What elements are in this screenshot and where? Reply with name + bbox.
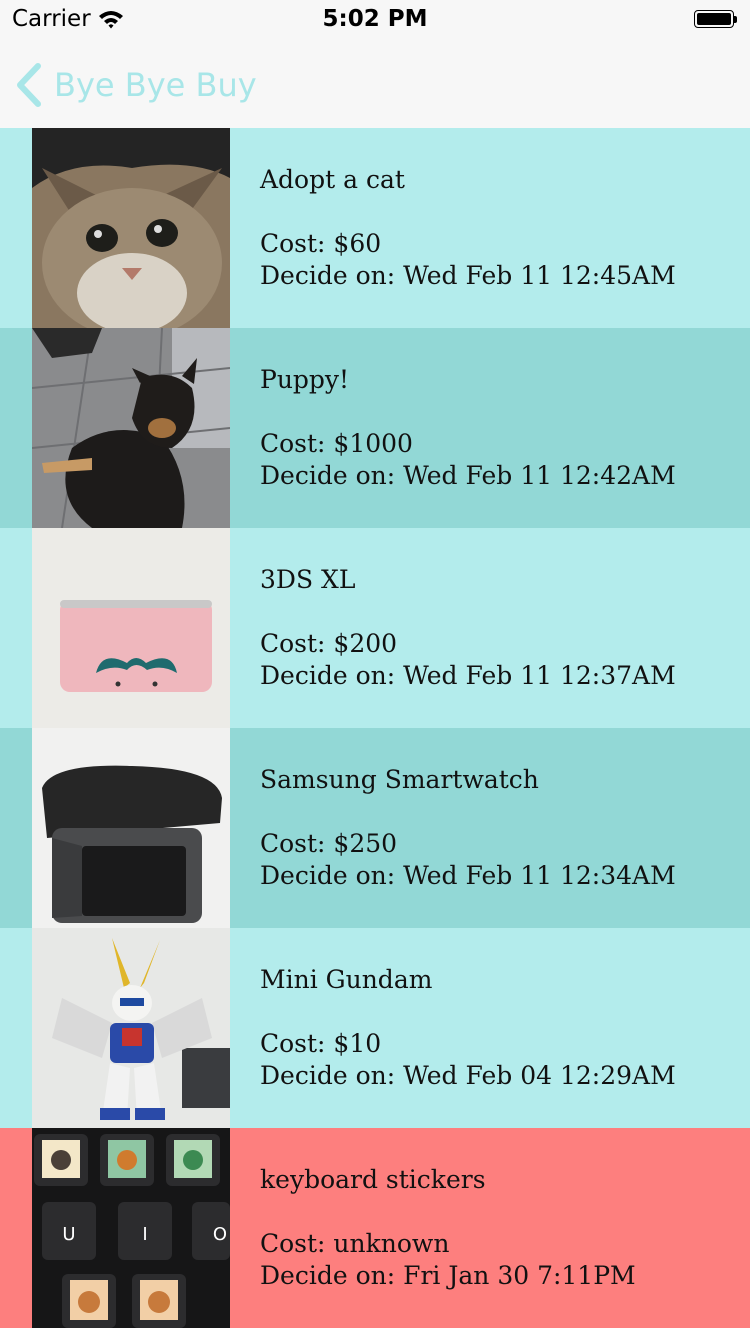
battery-icon: [694, 10, 738, 30]
item-cost: Cost: $1000: [260, 429, 413, 458]
item-name: 3DS XL: [260, 565, 356, 594]
item-decide-date: Decide on: Wed Feb 11 12:42AM: [260, 461, 676, 490]
list-item-keyboard-stickers[interactable]: U I O keyboard stickers Cost: unknown De…: [0, 1128, 750, 1328]
item-name: keyboard stickers: [260, 1165, 486, 1194]
dog-photo: [32, 328, 230, 528]
item-decide-date: Decide on: Fri Jan 30 7:11PM: [260, 1261, 636, 1290]
item-decide-date: Decide on: Wed Feb 11 12:45AM: [260, 261, 676, 290]
item-name: Samsung Smartwatch: [260, 765, 539, 794]
list-item-mini-gundam[interactable]: Mini Gundam Cost: $10 Decide on: Wed Feb…: [0, 928, 750, 1128]
item-name: Mini Gundam: [260, 965, 433, 994]
navigation-bar: Bye Bye Buy: [0, 40, 750, 129]
svg-text:O: O: [213, 1224, 227, 1245]
status-bar: Carrier 5:02 PM: [0, 0, 750, 40]
item-name: Adopt a cat: [260, 165, 405, 194]
item-cost: Cost: $10: [260, 1029, 382, 1058]
item-decide-date: Decide on: Wed Feb 11 12:34AM: [260, 861, 676, 890]
item-cost: Cost: $250: [260, 829, 398, 858]
chevron-left-icon: [17, 63, 41, 107]
item-cost: Cost: $200: [260, 629, 398, 658]
item-details: keyboard stickers Cost: unknown Decide o…: [260, 1164, 636, 1292]
item-details: Adopt a cat Cost: $60 Decide on: Wed Feb…: [260, 164, 676, 292]
back-button[interactable]: Bye Bye Buy: [14, 58, 257, 112]
list-item-samsung-smartwatch[interactable]: Samsung Smartwatch Cost: $250 Decide on:…: [0, 728, 750, 928]
svg-text:I: I: [142, 1224, 147, 1245]
wishlist-table: Adopt a cat Cost: $60 Decide on: Wed Feb…: [0, 128, 750, 1328]
item-cost: Cost: $60: [260, 229, 382, 258]
svg-text:U: U: [62, 1224, 75, 1245]
cat-photo: [32, 128, 230, 328]
item-name: Puppy!: [260, 365, 350, 394]
3ds-photo: [32, 528, 230, 728]
list-item-puppy[interactable]: Puppy! Cost: $1000 Decide on: Wed Feb 11…: [0, 328, 750, 528]
item-decide-date: Decide on: Wed Feb 11 12:37AM: [260, 661, 676, 690]
item-details: Samsung Smartwatch Cost: $250 Decide on:…: [260, 764, 676, 892]
item-details: Mini Gundam Cost: $10 Decide on: Wed Feb…: [260, 964, 676, 1092]
list-item-adopt-a-cat[interactable]: Adopt a cat Cost: $60 Decide on: Wed Feb…: [0, 128, 750, 328]
list-item-3ds-xl[interactable]: 3DS XL Cost: $200 Decide on: Wed Feb 11 …: [0, 528, 750, 728]
item-decide-date: Decide on: Wed Feb 04 12:29AM: [260, 1061, 676, 1090]
back-button-label: Bye Bye Buy: [54, 66, 257, 104]
keyboard-photo: U I O: [32, 1128, 230, 1328]
gundam-photo: [32, 928, 230, 1128]
item-details: 3DS XL Cost: $200 Decide on: Wed Feb 11 …: [260, 564, 676, 692]
item-cost: Cost: unknown: [260, 1229, 450, 1258]
smartwatch-photo: [32, 728, 230, 928]
item-details: Puppy! Cost: $1000 Decide on: Wed Feb 11…: [260, 364, 676, 492]
status-time: 5:02 PM: [322, 6, 428, 32]
